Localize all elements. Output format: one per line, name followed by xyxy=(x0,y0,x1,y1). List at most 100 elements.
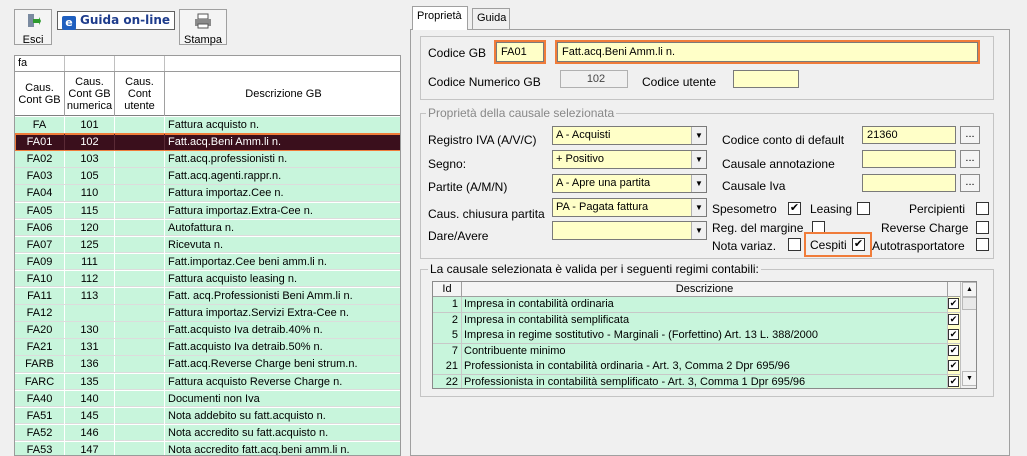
table-row[interactable]: FA52 146 Nota accredito su fatt.acquisto n… xyxy=(15,424,400,442)
registro-iva-select[interactable]: A - Acquisti ▼ xyxy=(552,126,707,145)
table-row[interactable]: FA20 130 Fatt.acquisto Iva detraib.40% n. xyxy=(15,322,400,339)
regime-checkbox[interactable]: ✔ xyxy=(948,329,959,340)
annotazione-label: Causale annotazione xyxy=(722,157,835,171)
causale-iva-lookup-button[interactable]: ... xyxy=(960,174,980,192)
row-code-cell: FA12 xyxy=(15,305,65,322)
regime-checkbox[interactable]: ✔ xyxy=(948,360,959,371)
regime-id-cell: 7 xyxy=(433,343,462,359)
regime-check-cell: ✔ xyxy=(948,328,960,343)
table-row[interactable]: FA07 125 Ricevuta n. xyxy=(15,236,400,254)
chevron-down-icon[interactable]: ▼ xyxy=(691,127,706,144)
reg-margine-checkbox[interactable] xyxy=(812,221,825,234)
row-user-cell xyxy=(115,339,165,356)
regime-row[interactable]: 2 Impresa in contabilità semplificata ✔ xyxy=(433,312,960,328)
chevron-down-icon[interactable]: ▼ xyxy=(691,151,706,168)
annotazione-field[interactable] xyxy=(862,150,956,168)
regime-check-cell: ✔ xyxy=(948,297,960,312)
tab-proprieta[interactable]: Proprietà xyxy=(412,6,468,30)
regime-row[interactable]: 1 Impresa in contabilità ordinaria ✔ xyxy=(433,297,960,313)
table-row[interactable]: FA10 112 Fattura acquisto leasing n. xyxy=(15,270,400,288)
leasing-checkbox[interactable] xyxy=(857,202,870,215)
guida-online-label: Guida on-line xyxy=(80,13,171,27)
cespiti-checkbox[interactable]: ✔ xyxy=(852,238,865,251)
row-desc-cell: Fatt. acq.Professionisti Beni Amm.li n. xyxy=(165,288,400,304)
nota-variaz-checkbox[interactable] xyxy=(788,238,801,251)
chevron-down-icon[interactable]: ▼ xyxy=(691,222,706,239)
scroll-thumb[interactable] xyxy=(962,297,976,310)
table-row[interactable]: FA01 102 Fatt.acq.Beni Amm.li n. xyxy=(15,133,400,152)
table-row[interactable]: FA04 110 Fattura importaz.Cee n. xyxy=(15,185,400,202)
row-desc-cell: Fatt.acquisto Iva detraib.50% n. xyxy=(165,339,400,355)
table-row[interactable]: FA12 Fattura importaz.Servizi Extra-Cee n… xyxy=(15,305,400,322)
table-row[interactable]: FA09 111 Fatt.importaz.Cee beni amm.li n. xyxy=(15,253,400,271)
dare-avere-label: Dare/Avere xyxy=(428,229,489,243)
filter-desc-cell[interactable] xyxy=(165,56,402,71)
descrizione-gb-field[interactable]: Fatt.acq.Beni Amm.li n. xyxy=(555,40,980,64)
chevron-down-icon[interactable]: ▼ xyxy=(691,175,706,192)
dare-avere-select[interactable]: ▼ xyxy=(552,221,707,240)
col-header-desc[interactable]: Descrizione GB xyxy=(165,72,400,116)
chevron-down-icon[interactable]: ▼ xyxy=(691,199,706,216)
filter-num-cell[interactable] xyxy=(65,56,115,71)
filter-user-cell[interactable] xyxy=(115,56,165,71)
table-row[interactable]: FA 101 Fattura acquisto n. xyxy=(15,117,400,134)
codice-numerico-field: 102 xyxy=(560,70,628,88)
codice-gb-field[interactable]: FA01 xyxy=(494,40,546,64)
row-code-cell: FA07 xyxy=(15,236,65,253)
regime-checkbox[interactable]: ✔ xyxy=(948,298,959,309)
guida-online-button[interactable]: e Guida on-line xyxy=(57,11,175,30)
regime-row[interactable]: 22 Professionista in contabilità semplifi… xyxy=(433,374,960,388)
table-row[interactable]: FARC 135 Fattura acquisto Reverse Charge n… xyxy=(15,373,400,390)
causale-iva-field[interactable] xyxy=(862,174,956,192)
filter-input[interactable]: fa xyxy=(15,56,65,71)
regime-checkbox[interactable]: ✔ xyxy=(948,344,959,356)
table-row[interactable]: FA06 120 Autofattura n. xyxy=(15,219,400,237)
esci-label: Esci xyxy=(22,34,44,46)
table-row[interactable]: FA51 145 Nota addebito su fatt.acquisto n. xyxy=(15,407,400,425)
regime-row[interactable]: 21 Professionista in contabilità ordinari… xyxy=(433,359,960,375)
table-row[interactable]: FARB 136 Fatt.acq.Reverse Charge beni stru… xyxy=(15,356,400,373)
reverse-charge-checkbox[interactable] xyxy=(976,221,989,234)
row-code-cell: FA11 xyxy=(15,288,65,304)
regime-row[interactable]: 7 Contribuente minimo ✔ xyxy=(433,343,960,359)
percipienti-checkbox[interactable] xyxy=(976,202,989,215)
segno-select[interactable]: + Positivo ▼ xyxy=(552,150,707,169)
nota-variaz-label: Nota variaz. xyxy=(712,239,777,253)
regimi-scrollbar[interactable]: ▲ ▼ xyxy=(960,282,976,388)
annotazione-lookup-button[interactable]: ... xyxy=(960,150,980,168)
scroll-down-icon[interactable]: ▼ xyxy=(962,371,976,386)
row-desc-cell: Fattura acquisto n. xyxy=(165,117,400,133)
table-row[interactable]: FA03 105 Fatt.acq.agenti.rappr.n. xyxy=(15,168,400,185)
codice-utente-field[interactable] xyxy=(733,70,799,88)
col-header-id[interactable]: Id xyxy=(433,282,462,297)
regime-checkbox[interactable]: ✔ xyxy=(948,313,959,325)
table-row[interactable]: FA21 131 Fatt.acquisto Iva detraib.50% n. xyxy=(15,339,400,356)
table-row[interactable]: FA05 115 Fattura importaz.Extra-Cee n. xyxy=(15,202,400,219)
esci-button[interactable]: Esci xyxy=(14,9,52,46)
conto-default-lookup-button[interactable]: ... xyxy=(960,126,980,144)
table-row[interactable]: FA11 113 Fatt. acq.Professionisti Beni Amm… xyxy=(15,288,400,305)
partite-select[interactable]: A - Apre una partita ▼ xyxy=(552,174,707,193)
tab-guida[interactable]: Guida xyxy=(472,8,510,29)
reg-margine-label: Reg. del margine xyxy=(712,221,804,235)
table-row[interactable]: FA40 140 Documenti non Iva xyxy=(15,390,400,408)
col-header-user[interactable]: Caus. Cont utente xyxy=(115,72,165,116)
table-row[interactable]: FA53 147 Nota accredito fatt.acq.beni amm.… xyxy=(15,441,400,455)
regime-row[interactable]: 5 Impresa in regime sostitutivo - Margina… xyxy=(433,328,960,344)
col-header-code[interactable]: Caus. Cont GB xyxy=(15,72,65,116)
regime-desc-cell: Impresa in contabilità semplificata xyxy=(462,312,948,328)
spesometro-checkbox[interactable]: ✔ xyxy=(788,202,801,215)
col-header-num[interactable]: Caus. Cont GB numerica xyxy=(65,72,115,116)
regime-id-cell: 1 xyxy=(433,297,462,312)
row-desc-cell: Fatt.acq.Reverse Charge beni strum.n. xyxy=(165,356,400,372)
conto-default-field[interactable]: 21360 xyxy=(862,126,956,144)
chiusura-partita-select[interactable]: PA - Pagata fattura ▼ xyxy=(552,198,707,217)
regime-checkbox[interactable]: ✔ xyxy=(948,375,959,387)
autotrasportatore-checkbox[interactable] xyxy=(976,238,989,251)
stampa-button[interactable]: Stampa xyxy=(179,9,227,46)
col-header-descrizione[interactable]: Descrizione xyxy=(462,282,948,297)
scroll-up-icon[interactable]: ▲ xyxy=(962,282,976,297)
row-user-cell xyxy=(115,253,165,270)
row-num-cell: 147 xyxy=(65,441,115,455)
table-row[interactable]: FA02 103 Fatt.acq.professionisti n. xyxy=(15,151,400,168)
